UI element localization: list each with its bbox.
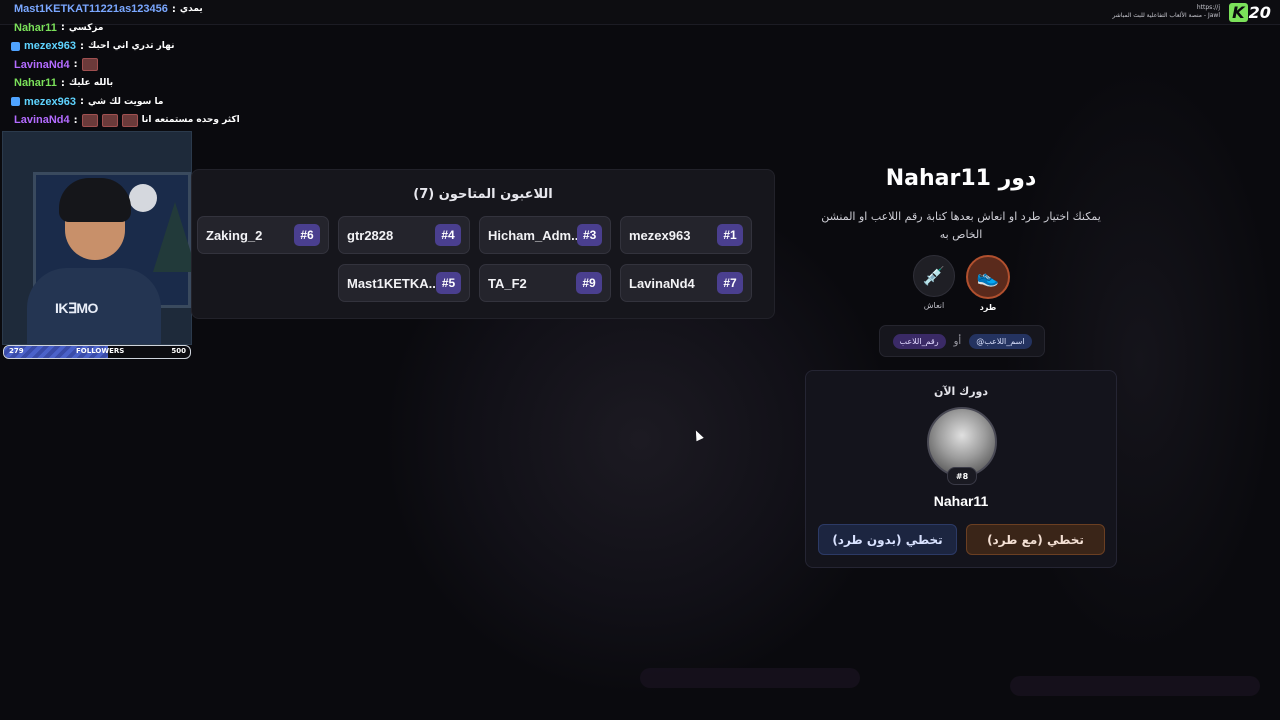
player-number: #5	[435, 272, 461, 294]
players-title: اللاعبون المتاحون (7)	[413, 187, 553, 202]
webcam-overlay: IK∃MO	[2, 131, 192, 345]
player-number: #9	[576, 272, 602, 294]
chat-username: mezex963	[24, 40, 76, 53]
brand-tagline: Jawl - منصة الألعاب التفاعلية للبث المبا…	[1112, 12, 1220, 19]
shirt-logo: IK∃MO	[55, 300, 98, 316]
player-name-chip: @اسم_اللاعب	[969, 333, 1032, 349]
player-number: #7	[717, 272, 743, 294]
syringe-icon: 💉	[913, 255, 955, 297]
background-glow-right	[1000, 60, 1280, 660]
chat-text: يمدي	[179, 4, 203, 15]
emote-icon	[81, 113, 98, 127]
chat-text: مزكسي	[68, 22, 104, 33]
chat-message: mezex963: ما سويت لك شي	[0, 93, 300, 112]
subscriber-badge-icon	[11, 97, 20, 107]
sneaker-icon: 👟	[966, 255, 1010, 299]
avatar-hair	[59, 178, 131, 222]
chat-separator: :	[73, 59, 78, 71]
chat-separator: :	[60, 77, 65, 89]
brand-logo-num: 20	[1248, 2, 1271, 22]
player-card[interactable]: mezex963 #1	[620, 216, 752, 254]
revive-label: انعاش	[923, 301, 945, 310]
revive-action[interactable]: 💉 انعاش	[912, 255, 956, 310]
brand-logo-k: K	[1229, 2, 1248, 22]
followers-goal: 500	[171, 347, 186, 355]
kick-label: طرد	[979, 303, 997, 312]
chat-text: نهار تدري اني احبك	[88, 41, 175, 52]
chat-username: Nahar11	[14, 77, 57, 90]
background-strip	[640, 668, 860, 688]
chat-separator: :	[80, 40, 84, 52]
chat-separator: :	[171, 3, 176, 15]
chat-message: Nahar11: بالله عليك	[0, 74, 300, 93]
player-card[interactable]: gtr2828 #4	[338, 216, 470, 254]
player-name: Mast1KETKA...	[347, 275, 436, 291]
chat-username: Nahar11	[14, 21, 57, 34]
players-panel: اللاعبون المتاحون (7) mezex963 #1 Hicham…	[191, 169, 775, 319]
chat-username: mezex963	[24, 95, 76, 108]
emote-icon	[101, 113, 118, 127]
emote-icon	[121, 113, 138, 127]
turn-title: دور Nahar11	[885, 166, 1037, 191]
chat-text: اكثر وحده مستمتعه انا	[141, 115, 240, 126]
player-name: Hicham_Adm...	[488, 227, 578, 243]
player-name: gtr2828	[347, 227, 394, 243]
player-number: #3	[577, 224, 602, 246]
followers-label: FOLLOWERS	[76, 347, 125, 355]
player-card[interactable]: Hicham_Adm... #3	[479, 216, 611, 254]
turn-description: يمكنك اختيار طرد او انعاش بعدها كتابة رق…	[821, 210, 1101, 241]
player-card[interactable]: TA_F2 #9	[479, 264, 611, 302]
subscriber-badge-icon	[11, 41, 20, 51]
player-name: mezex963	[629, 227, 691, 243]
brand: https://j Jawl - منصة الألعاب التفاعلية …	[1112, 2, 1274, 22]
player-number-chip: رقم_اللاعب	[892, 333, 946, 349]
background-strip	[1010, 676, 1260, 696]
chat-separator: :	[73, 114, 78, 126]
kick-action[interactable]: 👟 طرد	[966, 255, 1010, 312]
followers-bar: 279 FOLLOWERS 500	[3, 345, 191, 359]
command-hint: رقم_اللاعب أو @اسم_اللاعب	[879, 325, 1045, 357]
skip-with-kick-button[interactable]: تخطي (مع طرد)	[966, 524, 1105, 555]
chat-separator: :	[80, 96, 84, 108]
current-player-number: #8	[947, 467, 977, 485]
brand-logo: K 20	[1226, 2, 1274, 22]
chat-text: ما سويت لك شي	[88, 96, 164, 107]
chat-message: Mast1KETKAT11221as123456: يمدي	[0, 0, 300, 19]
followers-current: 279	[9, 347, 24, 355]
player-card[interactable]: LavinaNd4 #7	[620, 264, 752, 302]
chat-message: mezex963: نهار تدري اني احبك	[0, 37, 300, 56]
brand-url: https://j	[1196, 4, 1220, 11]
chat-username: LavinaNd4	[14, 58, 70, 71]
player-name: Zaking_2	[206, 227, 263, 243]
player-number: #1	[717, 224, 743, 246]
chat-message: LavinaNd4:	[0, 56, 300, 75]
chat-username: Mast1KETKAT11221as123456	[14, 3, 168, 16]
player-name: LavinaNd4	[629, 275, 695, 291]
player-card[interactable]: Mast1KETKA... #5	[338, 264, 470, 302]
player-name: TA_F2	[488, 275, 527, 291]
current-player-name: Nahar11	[933, 493, 989, 509]
chat-username: LavinaNd4	[14, 114, 70, 127]
chat-message: Nahar11: مزكسي	[0, 19, 300, 38]
brand-text: https://j Jawl - منصة الألعاب التفاعلية …	[1112, 4, 1220, 20]
current-turn-label: دورك الآن	[933, 385, 989, 398]
player-card[interactable]: Zaking_2 #6	[197, 216, 329, 254]
skip-without-kick-button[interactable]: تخطي (بدون طرد)	[818, 524, 957, 555]
player-number: #4	[435, 224, 461, 246]
emote-icon	[81, 58, 98, 72]
tree	[153, 202, 191, 272]
current-turn-card: دورك الآن #8 Nahar11 تخطي (مع طرد) تخطي …	[805, 370, 1117, 568]
chat-separator: :	[60, 22, 65, 34]
chat-overlay: Mast1KETKAT11221as123456: يمدي Nahar11: مزك…	[0, 0, 300, 130]
chat-text: بالله عليك	[68, 78, 114, 89]
or-text: أو	[953, 335, 962, 347]
chat-message: LavinaNd4: اكثر وحده مستمتعه انا	[0, 111, 300, 130]
player-number: #6	[294, 224, 320, 246]
